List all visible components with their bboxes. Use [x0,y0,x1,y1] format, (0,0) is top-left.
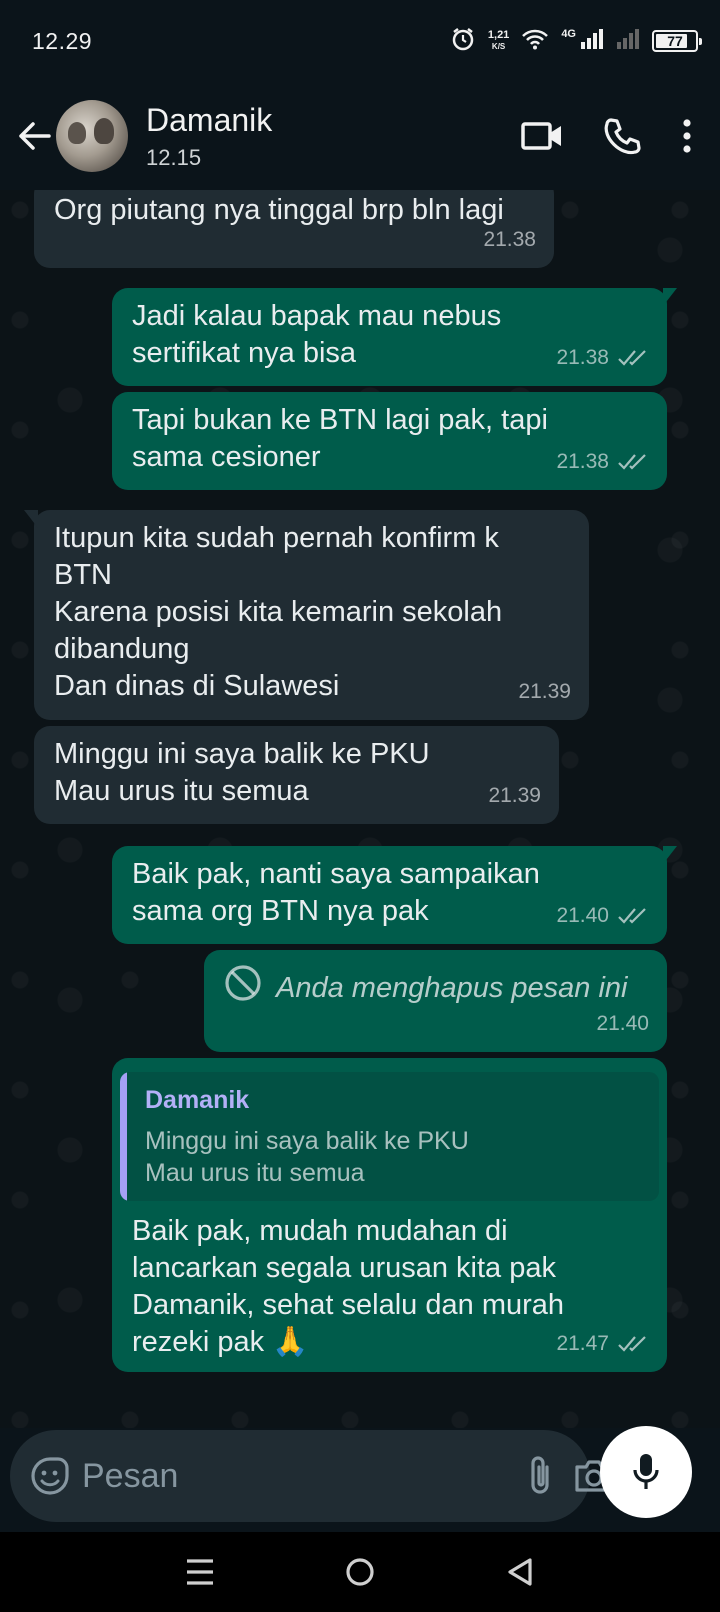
double-check-icon [617,348,649,368]
message-time: 21.38 [556,450,609,473]
signal-icon [580,28,604,55]
quote-author: Damanik [145,1086,250,1114]
message-time: 21.47 [556,1332,609,1355]
message-input[interactable] [82,1456,525,1496]
message-time: 21.39 [488,784,541,807]
message-incoming[interactable]: Org piutang nya tinggal brp bln lagi 21.… [34,190,554,268]
microphone-button[interactable] [600,1426,692,1518]
quote-body: Damanik Minggu ini saya balik ke PKU Mau… [127,1072,485,1201]
network-speed-value: 1,21 [487,29,510,41]
message-meta: 21.38 [556,443,649,480]
message-outgoing[interactable]: Baik pak, nanti saya sampaikan sama org … [112,846,677,944]
message-meta: 21.39 [518,673,571,710]
status-bar: 12.29 1,21 K/S 4G 77 [0,0,720,82]
sticker-emoji-icon[interactable] [30,1446,70,1506]
back-nav-icon[interactable] [490,1542,550,1602]
bubble-tail [663,288,677,306]
contact-name[interactable]: Damanik [146,102,492,139]
bubble-tail [663,846,677,864]
signal-2-icon [616,28,640,55]
wifi-icon [521,28,549,55]
message-time: 21.40 [596,1012,649,1035]
avatar[interactable] [56,100,128,172]
battery-level: 77 [667,33,683,49]
message-input-pill [10,1430,613,1522]
message-incoming[interactable]: Minggu ini saya balik ke PKU Mau urus it… [34,726,559,824]
recent-apps-icon[interactable] [170,1542,230,1602]
message-text: Minggu ini saya balik ke PKU Mau urus it… [54,738,430,807]
message-outgoing-deleted[interactable]: Anda menghapus pesan ini 21.40 [204,950,667,1052]
message-text: Org piutang nya tinggal brp bln lagi [54,194,504,226]
network-type: 4G [561,28,576,40]
composer [0,1426,720,1532]
last-seen: 12.15 [146,144,202,170]
quote-accent-bar [120,1072,127,1201]
system-nav-bar [0,1532,720,1612]
double-check-icon [617,906,649,926]
chat-header: Damanik 12.15 [0,82,720,190]
blocked-icon [224,964,262,1012]
more-options-icon[interactable] [672,106,702,166]
battery-icon: 77 [652,30,702,52]
message-meta: 21.47 [556,1325,649,1362]
network-speed: 1,21 K/S [488,30,509,52]
deleted-message: Anda menghapus pesan ini [224,964,647,1012]
quoted-message[interactable]: Damanik Minggu ini saya balik ke PKU Mau… [120,1072,659,1201]
double-check-icon [617,452,649,472]
message-incoming[interactable]: Itupun kita sudah pernah konfirm k BTN K… [24,510,589,720]
message-time: 21.39 [518,680,571,703]
home-icon[interactable] [330,1542,390,1602]
message-meta: 21.38 [556,339,649,376]
chat-area[interactable]: Org piutang nya tinggal brp bln lagi 21.… [0,190,720,1428]
message-text: Itupun kita sudah pernah konfirm k BTN K… [54,522,503,702]
deleted-message-text: Anda menghapus pesan ini [276,971,628,1004]
voice-call-icon[interactable] [592,106,652,166]
message-meta: 21.39 [488,777,541,814]
network-speed-unit: K/S [491,42,506,51]
back-arrow-icon[interactable] [14,116,54,156]
message-meta: 21.40 [596,1005,649,1042]
message-time: 21.38 [483,228,536,251]
header-actions [492,106,702,166]
message-time: 21.38 [556,346,609,369]
message-meta: 21.38 [483,221,536,258]
attach-icon[interactable] [525,1446,555,1506]
message-outgoing-reply[interactable]: Damanik Minggu ini saya balik ke PKU Mau… [112,1058,667,1372]
status-time: 12.29 [32,27,93,54]
message-meta: 21.40 [556,897,649,934]
contact-info[interactable]: Damanik 12.15 [146,102,492,171]
message-outgoing[interactable]: Tapi bukan ke BTN lagi pak, tapi sama ce… [112,392,667,490]
bubble-tail [24,510,38,528]
double-check-icon [617,1334,649,1354]
quote-text: Minggu ini saya balik ke PKU Mau urus it… [145,1127,469,1187]
alarm-icon [450,26,476,57]
message-time: 21.40 [556,904,609,927]
message-outgoing[interactable]: Jadi kalau bapak mau nebus sertifikat ny… [112,288,677,386]
status-icons: 1,21 K/S 4G 77 [450,26,702,57]
microphone-icon [633,1454,659,1489]
video-call-icon[interactable] [512,106,572,166]
